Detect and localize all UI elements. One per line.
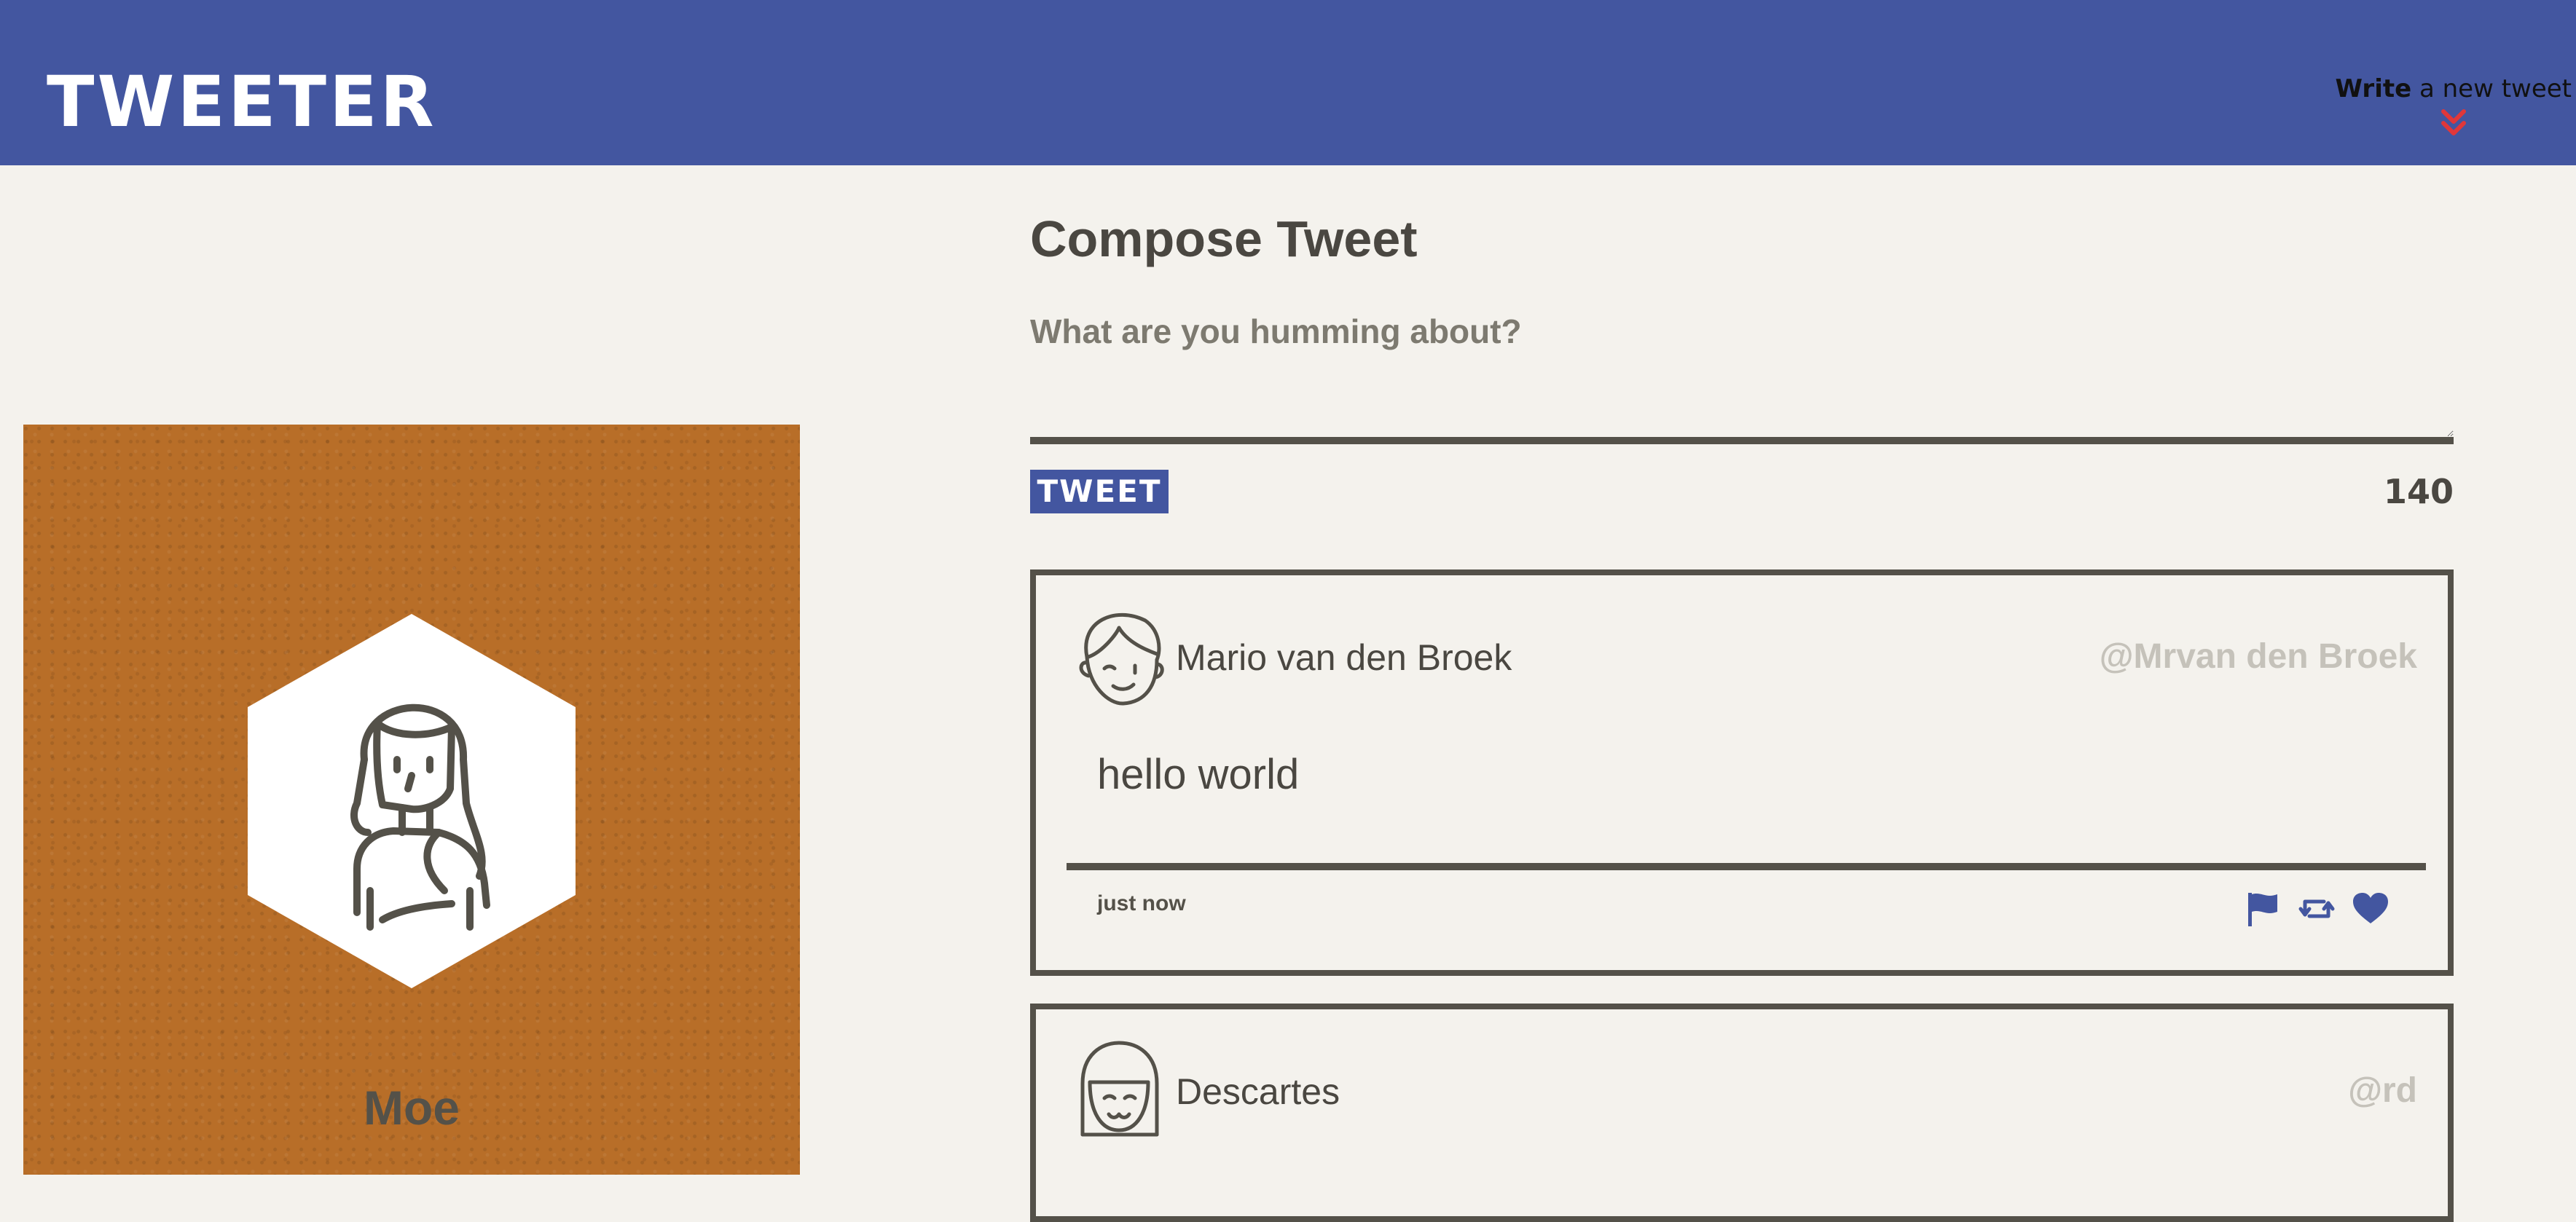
tweet-actions: [2244, 890, 2390, 928]
tweet-card: Mario van den Broek @Mrvan den Broek hel…: [1030, 569, 2454, 976]
tweet-card: Descartes @rd: [1030, 1004, 2454, 1222]
woman-avatar-icon: [248, 614, 576, 988]
tweet-author-name[interactable]: Mario van den Broek: [1176, 636, 1512, 679]
flag-icon[interactable]: [2244, 890, 2282, 928]
man-avatar-icon: [1079, 612, 1164, 706]
write-new-tweet-link[interactable]: Write a new tweet: [2335, 74, 2572, 139]
retweet-icon[interactable]: [2298, 890, 2336, 928]
tweet-text: hello world: [1097, 751, 1300, 798]
top-nav: TWEETER Write a new tweet: [0, 0, 2576, 165]
write-link-strong: Write: [2335, 74, 2412, 103]
profile-card: Moe: [23, 425, 800, 1175]
write-link-rest: a new tweet: [2411, 74, 2572, 103]
tweet-author-handle[interactable]: @rd: [2348, 1071, 2417, 1111]
profile-name: Moe: [364, 1081, 460, 1135]
girl-avatar-icon: [1080, 1041, 1159, 1137]
tweet-timestamp: just now: [1097, 891, 1186, 915]
brand-logo[interactable]: TWEETER: [47, 67, 437, 137]
double-chevron-down-icon[interactable]: [2439, 107, 2468, 139]
compose-title: Compose Tweet: [1030, 210, 1418, 267]
tweet-submit-button[interactable]: TWEET: [1030, 470, 1169, 513]
tweet-divider: [1067, 863, 2426, 870]
heart-icon[interactable]: [2352, 890, 2390, 928]
compose-tweet-input[interactable]: [1030, 306, 2454, 444]
character-counter: 140: [2383, 472, 2454, 511]
tweet-author-handle[interactable]: @Mrvan den Broek: [2100, 636, 2417, 677]
tweet-author-name[interactable]: Descartes: [1176, 1071, 1340, 1113]
